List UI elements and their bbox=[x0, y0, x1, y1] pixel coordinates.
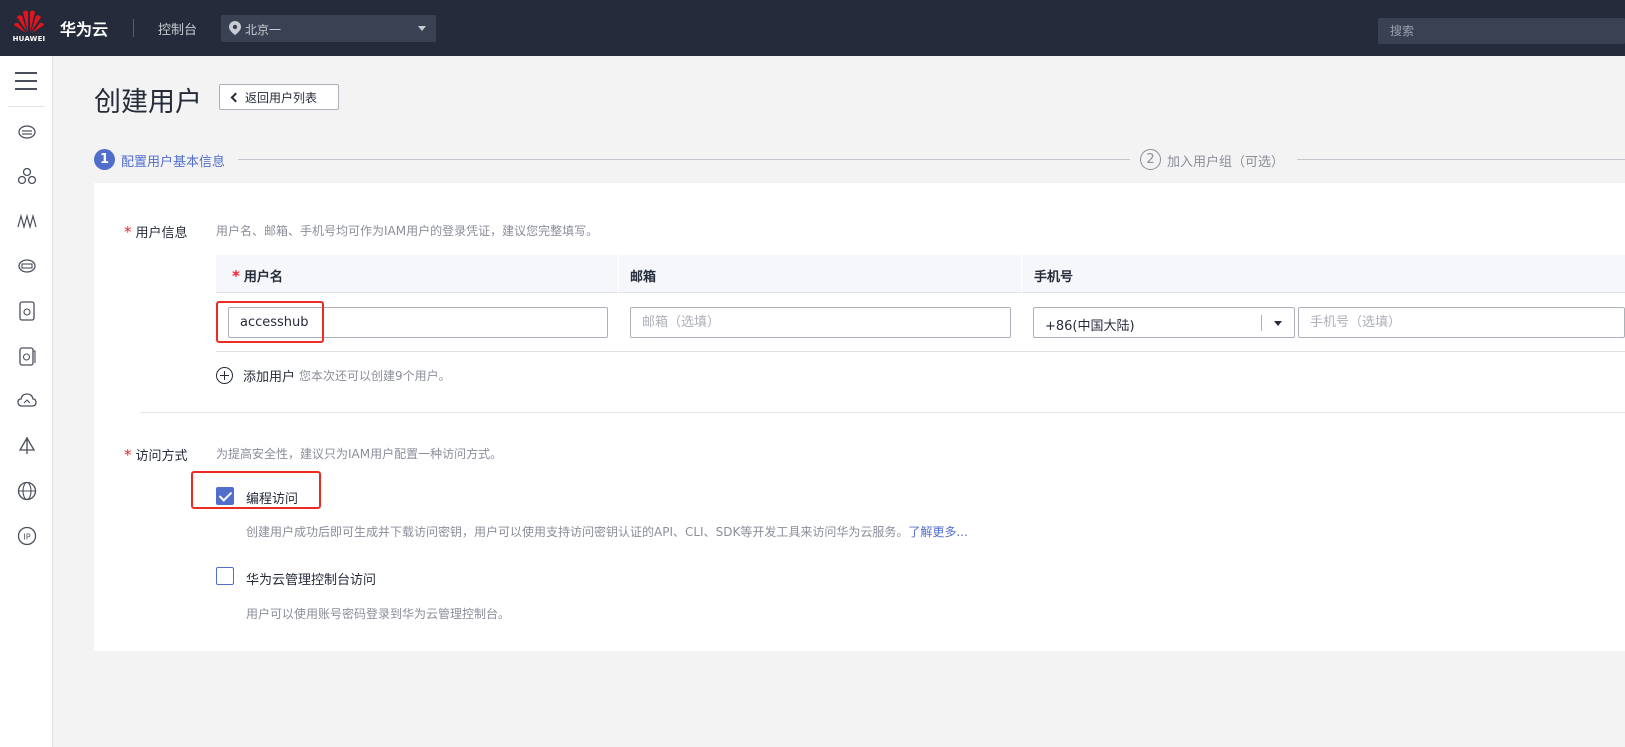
country-code-select[interactable]: +86(中国大陆) bbox=[1033, 307, 1295, 338]
ip-icon[interactable]: IP bbox=[16, 525, 38, 547]
topbar-divider bbox=[133, 19, 134, 37]
cloud-server-icon[interactable] bbox=[16, 120, 38, 142]
step-1-label: 配置用户基本信息 bbox=[121, 155, 226, 170]
required-star: * bbox=[232, 267, 240, 285]
menu-icon[interactable] bbox=[15, 72, 37, 90]
cluster-icon[interactable] bbox=[16, 165, 38, 187]
column-divider bbox=[618, 255, 619, 293]
console-access-description: 用户可以使用账号密码登录到华为云管理控制台。 bbox=[246, 607, 511, 621]
required-star: * bbox=[124, 223, 132, 241]
plus-circle-icon bbox=[216, 367, 233, 384]
user-table-header: * 用户名 邮箱 手机号 bbox=[216, 255, 1625, 293]
step-2-label: 加入用户组（可选） bbox=[1167, 155, 1285, 170]
required-star: * bbox=[124, 446, 132, 464]
huawei-flower-icon bbox=[14, 10, 44, 33]
select-divider bbox=[1261, 315, 1262, 331]
chevron-left-icon bbox=[230, 92, 241, 102]
step-2-indicator: 2 bbox=[1140, 149, 1161, 170]
location-pin-icon bbox=[229, 21, 241, 35]
logo-text: HUAWEI bbox=[12, 35, 46, 43]
region-label: 北京一 bbox=[245, 23, 282, 37]
step-connector bbox=[238, 159, 1130, 160]
email-input[interactable] bbox=[630, 307, 1011, 338]
column-header-phone: 手机号 bbox=[1034, 270, 1074, 285]
cloud-icon[interactable] bbox=[16, 390, 38, 412]
database-icon[interactable] bbox=[16, 255, 38, 277]
svg-text:IP: IP bbox=[23, 533, 30, 542]
column-divider bbox=[1021, 255, 1022, 293]
huawei-logo[interactable]: HUAWEI bbox=[12, 8, 46, 48]
step-1-indicator: 1 bbox=[94, 149, 115, 170]
add-user-label: 添加用户 bbox=[243, 370, 296, 385]
search-input[interactable] bbox=[1378, 18, 1625, 44]
highlight-box-programmatic-access bbox=[191, 471, 321, 509]
step-connector bbox=[1297, 159, 1625, 160]
chevron-down-icon bbox=[1274, 321, 1282, 326]
brand-name[interactable]: 华为云 bbox=[60, 16, 108, 40]
row-divider bbox=[216, 351, 1625, 352]
console-link[interactable]: 控制台 bbox=[158, 19, 197, 38]
chevron-down-icon bbox=[418, 26, 426, 31]
backup-disk-icon[interactable] bbox=[16, 345, 38, 367]
country-code-value: +86(中国大陆) bbox=[1045, 319, 1135, 334]
back-button-label: 返回用户列表 bbox=[245, 90, 318, 105]
highlight-box-username bbox=[216, 301, 324, 343]
page-title: 创建用户 bbox=[94, 87, 202, 118]
user-info-label: * 用户信息 bbox=[124, 223, 188, 241]
column-header-username: * 用户名 bbox=[232, 267, 283, 285]
console-access-checkbox[interactable] bbox=[216, 567, 234, 585]
column-header-email: 邮箱 bbox=[630, 270, 657, 285]
access-type-hint: 为提高安全性，建议只为IAM用户配置一种访问方式。 bbox=[216, 447, 503, 461]
region-selector[interactable]: 北京一 bbox=[221, 15, 436, 42]
access-type-label: * 访问方式 bbox=[124, 446, 188, 464]
user-info-hint: 用户名、邮箱、手机号均可作为IAM用户的登录凭证，建议您完整填写。 bbox=[216, 224, 599, 238]
storage-disk-icon[interactable] bbox=[16, 300, 38, 322]
add-user-hint: 您本次还可以创建9个用户。 bbox=[299, 369, 451, 383]
programmatic-access-description: 创建用户成功后即可生成并下载访问密钥，用户可以使用支持访问密钥认证的API、CL… bbox=[246, 525, 968, 539]
network-icon[interactable] bbox=[16, 210, 38, 232]
side-navigation: IP bbox=[0, 56, 53, 747]
back-to-user-list-button[interactable]: 返回用户列表 bbox=[219, 84, 339, 110]
top-navigation-bar: HUAWEI 华为云 控制台 北京一 bbox=[0, 0, 1625, 56]
phone-input[interactable] bbox=[1298, 307, 1625, 338]
learn-more-link[interactable]: 了解更多... bbox=[908, 525, 967, 539]
section-divider bbox=[140, 412, 1625, 413]
globe-icon[interactable] bbox=[16, 480, 38, 502]
console-access-label[interactable]: 华为云管理控制台访问 bbox=[246, 569, 376, 588]
nav-divider bbox=[8, 106, 45, 107]
add-user-button[interactable]: 添加用户 您本次还可以创建9个用户。 bbox=[216, 366, 451, 385]
sail-icon[interactable] bbox=[16, 435, 38, 457]
